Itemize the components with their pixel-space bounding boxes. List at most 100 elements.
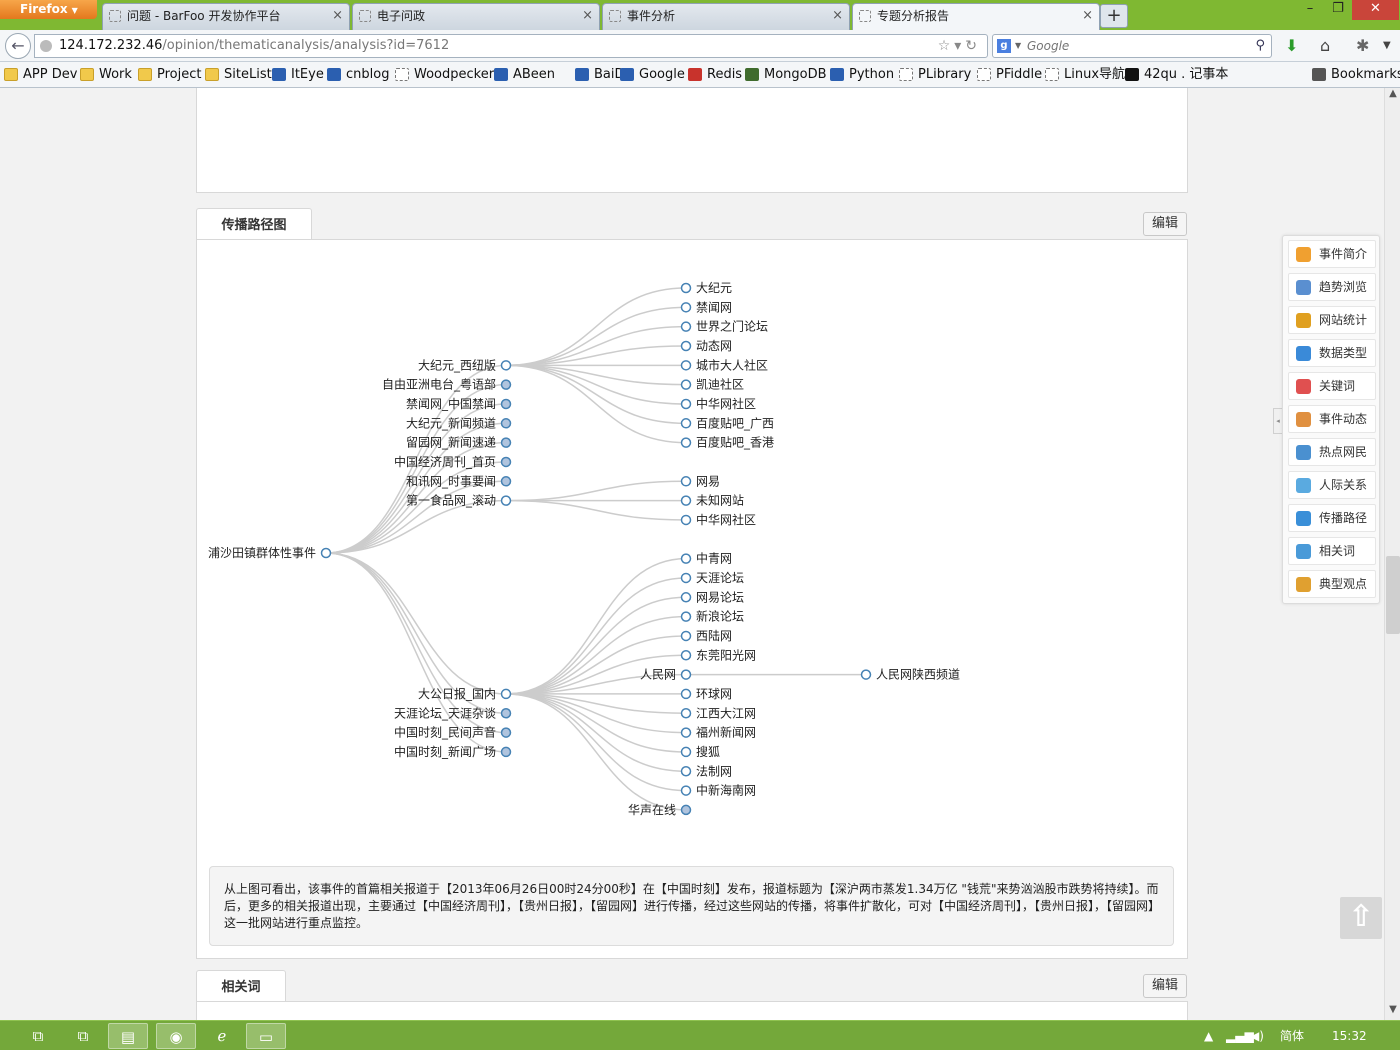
tree-node-circle[interactable] bbox=[680, 746, 692, 758]
tree-node[interactable]: 百度贴吧_香港 bbox=[680, 435, 775, 450]
addon-icon[interactable]: ✱ bbox=[1356, 36, 1369, 55]
close-icon[interactable]: × bbox=[832, 4, 843, 28]
url-bar[interactable]: 124.172.232.46/opinion/thematicanalysis/… bbox=[34, 34, 988, 58]
firefox-menu-button[interactable]: Firefox ▼ bbox=[0, 0, 97, 19]
scroll-up-arrow[interactable]: ▲ bbox=[1385, 88, 1400, 104]
google-engine-icon[interactable]: g bbox=[997, 39, 1011, 53]
firefox-taskbar-icon[interactable]: ◉ bbox=[156, 1023, 196, 1049]
tree-node[interactable]: 留园网_新闻速递 bbox=[406, 435, 512, 450]
tree-node-circle[interactable] bbox=[680, 514, 692, 526]
tree-node-circle[interactable] bbox=[500, 727, 512, 738]
tree-node[interactable]: 中新海南网 bbox=[680, 783, 757, 798]
tree-node[interactable]: 搜狐 bbox=[680, 744, 721, 759]
tree-node-circle[interactable] bbox=[500, 398, 512, 410]
side-nav-item[interactable]: 相关词 bbox=[1288, 537, 1376, 565]
tab-dianziwenzheng[interactable]: 电子问政 × bbox=[352, 3, 600, 30]
bookmark-item[interactable]: Google bbox=[620, 67, 685, 83]
side-nav-item[interactable]: 典型观点 bbox=[1288, 570, 1376, 598]
tree-node-circle[interactable] bbox=[680, 495, 692, 506]
bookmark-item[interactable]: Linux导航 bbox=[1045, 67, 1125, 83]
tree-node[interactable]: 禁闻网 bbox=[680, 300, 733, 314]
tree-node[interactable]: 大纪元 bbox=[680, 281, 733, 295]
tab-shijianfenxi[interactable]: 事件分析 × bbox=[602, 3, 850, 30]
search-bar[interactable]: g ▼ ⚲ bbox=[992, 34, 1272, 58]
tab-barfoo[interactable]: 问题 - BarFoo 开发协作平台 × bbox=[102, 3, 350, 30]
tree-node-circle[interactable] bbox=[680, 572, 692, 584]
tree-node[interactable]: 人民网陕西频道 bbox=[860, 667, 961, 682]
bookmark-item[interactable]: cnblog bbox=[327, 67, 389, 83]
tree-node[interactable]: 中华网社区 bbox=[680, 512, 757, 527]
tree-node[interactable]: 人民网 bbox=[640, 668, 692, 682]
window-close-button[interactable]: ✕ bbox=[1352, 0, 1399, 20]
home-icon[interactable]: ⌂ bbox=[1320, 36, 1330, 55]
tree-node-circle[interactable] bbox=[680, 785, 692, 796]
tree-node-circle[interactable] bbox=[500, 360, 512, 371]
back-to-top-button[interactable]: ⇧ bbox=[1340, 897, 1382, 939]
tree-node[interactable]: 新浪论坛 bbox=[680, 609, 745, 624]
tree-node-circle[interactable] bbox=[320, 547, 332, 559]
tab-related-words[interactable]: 相关词 bbox=[196, 970, 286, 1002]
tree-node[interactable]: 法制网 bbox=[680, 764, 733, 778]
side-nav-item[interactable]: 传播路径 bbox=[1288, 504, 1376, 532]
remote-desktop-icon[interactable]: ⧉ bbox=[63, 1023, 103, 1049]
tree-node-circle[interactable] bbox=[680, 804, 692, 816]
tree-node[interactable]: 天涯论坛_天涯杂谈 bbox=[394, 706, 512, 720]
bookmark-item[interactable]: Python bbox=[830, 67, 894, 83]
side-nav-item[interactable]: 关键词 bbox=[1288, 372, 1376, 400]
tree-node-circle[interactable] bbox=[500, 456, 512, 468]
volume-icon[interactable]: ◀) bbox=[1250, 1021, 1264, 1050]
tree-node[interactable]: 中华网社区 bbox=[680, 396, 757, 411]
tree-node[interactable]: 百度贴吧_广西 bbox=[680, 415, 775, 430]
bookmark-item[interactable]: Redis bbox=[688, 67, 742, 83]
close-icon[interactable]: × bbox=[582, 4, 593, 28]
tree-node[interactable]: 东莞阳光网 bbox=[680, 648, 757, 662]
bookmark-item[interactable]: Project bbox=[138, 67, 201, 83]
scroll-thumb[interactable] bbox=[1386, 556, 1400, 634]
tree-node[interactable]: 世界之门论坛 bbox=[680, 319, 769, 334]
bookmark-item[interactable]: Woodpecker bbox=[395, 67, 494, 83]
tree-node[interactable]: 禁闻网_中国禁闻 bbox=[406, 396, 512, 411]
tree-node-circle[interactable] bbox=[500, 379, 512, 390]
tree-node[interactable]: 和讯网_时事要闻 bbox=[406, 474, 512, 488]
tree-node[interactable]: 西陆网 bbox=[680, 628, 733, 643]
bookmark-star-icon[interactable]: ☆▾↻ bbox=[938, 35, 981, 57]
tree-node-circle[interactable] bbox=[680, 592, 692, 603]
tree-node[interactable]: 大纪元_新闻频道 bbox=[406, 415, 512, 430]
tab-propagation[interactable]: 传播路径图 bbox=[196, 208, 312, 240]
tree-node-circle[interactable] bbox=[680, 708, 692, 719]
tree-node-circle[interactable] bbox=[500, 476, 512, 487]
tree-node[interactable]: 动态网 bbox=[680, 339, 733, 353]
tree-node-circle[interactable] bbox=[680, 398, 692, 410]
tree-node-circle[interactable] bbox=[680, 611, 692, 622]
tree-node-circle[interactable] bbox=[680, 418, 692, 429]
ime-indicator[interactable]: 简体 bbox=[1280, 1021, 1304, 1050]
tree-node-circle[interactable] bbox=[680, 727, 692, 738]
bookmark-item[interactable]: ABeen bbox=[494, 67, 555, 83]
remote-desktop-icon[interactable]: ⧉ bbox=[18, 1023, 58, 1049]
tree-node[interactable]: 第一食品网_滚动 bbox=[406, 493, 512, 508]
bookmarks-menu-button[interactable]: Bookmarks bbox=[1312, 67, 1400, 83]
notes-app-icon[interactable]: ▭ bbox=[246, 1023, 286, 1049]
file-explorer-icon[interactable]: ▤ bbox=[108, 1023, 148, 1049]
tree-node[interactable]: 中国经济周刊_首页 bbox=[394, 454, 512, 469]
tree-node[interactable]: 网易 bbox=[680, 474, 721, 488]
tree-node[interactable]: 城市大人社区 bbox=[680, 357, 769, 372]
tree-node-circle[interactable] bbox=[680, 669, 692, 680]
internet-explorer-icon[interactable]: ℯ bbox=[202, 1023, 242, 1049]
tree-node-circle[interactable] bbox=[500, 708, 512, 719]
page-scrollbar[interactable]: ▲ ▼ bbox=[1384, 88, 1400, 1020]
tree-node-circle[interactable] bbox=[500, 495, 512, 506]
site-identity-icon[interactable] bbox=[40, 40, 52, 52]
tree-node-circle[interactable] bbox=[680, 553, 692, 564]
tree-node-circle[interactable] bbox=[500, 418, 512, 429]
chevron-down-icon[interactable]: ▼ bbox=[1383, 40, 1391, 51]
tree-node-circle[interactable] bbox=[680, 340, 692, 352]
search-icon[interactable]: ⚲ bbox=[1255, 35, 1265, 57]
bookmark-item[interactable]: MongoDB bbox=[745, 67, 827, 83]
tree-node[interactable]: 自由亚洲电台_粤语部 bbox=[382, 377, 512, 392]
chevron-down-icon[interactable]: ▼ bbox=[1015, 35, 1021, 57]
tree-node-circle[interactable] bbox=[680, 321, 692, 332]
close-icon[interactable]: × bbox=[332, 4, 343, 28]
scroll-down-arrow[interactable]: ▼ bbox=[1385, 1004, 1400, 1020]
back-button[interactable]: ← bbox=[5, 33, 31, 59]
